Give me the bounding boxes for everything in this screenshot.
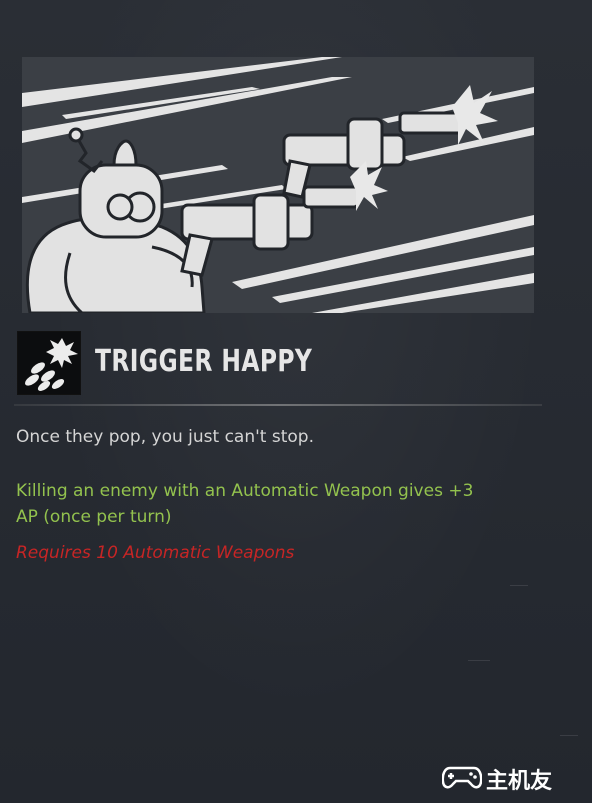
- perk-header: TRIGGER HAPPY: [17, 331, 557, 395]
- background-speck: [560, 735, 578, 736]
- perk-effect-text: Killing an enemy with an Automatic Weapo…: [16, 481, 474, 527]
- header-divider: [14, 404, 542, 406]
- perk-tooltip-panel: TRIGGER HAPPY Once they pop, you just ca…: [0, 0, 592, 803]
- gamepad-logo-icon: [442, 766, 482, 789]
- perk-title: TRIGGER HAPPY: [95, 344, 313, 379]
- watermark-text: 主机友: [486, 769, 553, 794]
- perk-illustration: [22, 57, 534, 313]
- background-speck: [510, 585, 528, 586]
- bullets-burst-icon: [17, 331, 81, 395]
- background-speck: [468, 660, 490, 661]
- robot-figure: [25, 139, 206, 313]
- robot-antenna: [76, 138, 104, 174]
- perk-requirement-text: Requires 10 Automatic Weapons: [16, 543, 295, 563]
- watermark: 主机友: [442, 762, 582, 794]
- perk-flavor-text: Once they pop, you just can't stop.: [16, 427, 314, 447]
